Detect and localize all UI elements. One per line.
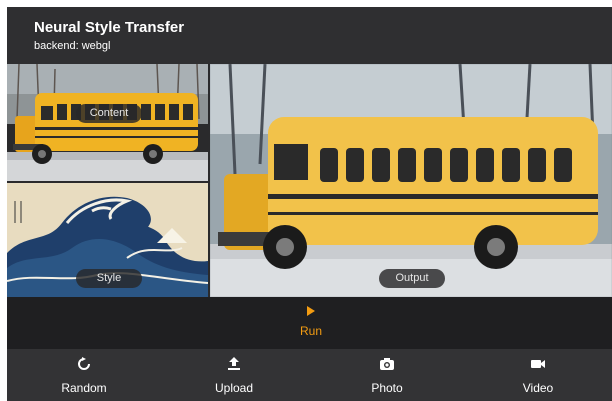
video-icon xyxy=(531,360,545,368)
upload-label: Upload xyxy=(214,381,254,395)
refresh-icon xyxy=(78,357,90,370)
upload-icon xyxy=(228,357,240,370)
header: Neural Style Transfer backend: webgl xyxy=(7,7,612,64)
page-title: Neural Style Transfer xyxy=(34,19,185,36)
output-label: Output xyxy=(379,269,445,288)
photo-label: Photo xyxy=(371,381,403,395)
run-bar: Run xyxy=(7,297,612,349)
backend-label: backend: webgl xyxy=(34,40,111,52)
style-label: Style xyxy=(76,269,142,288)
app-window: Neural Style Transfer backend: webgl Con… xyxy=(7,7,612,401)
pane-divider-vertical xyxy=(208,64,210,297)
random-label: Random xyxy=(61,381,107,395)
upload-button[interactable]: Upload xyxy=(189,357,279,397)
random-button[interactable]: Random xyxy=(39,357,129,397)
camera-icon xyxy=(380,358,394,370)
photo-button[interactable]: Photo xyxy=(342,357,432,397)
video-button[interactable]: Video xyxy=(493,357,583,397)
run-button[interactable]: Run xyxy=(294,306,328,342)
content-label: Content xyxy=(76,104,142,123)
run-label: Run xyxy=(299,324,322,338)
output-image[interactable] xyxy=(210,64,612,297)
video-label: Video xyxy=(522,381,554,395)
play-icon xyxy=(307,306,315,316)
bottom-toolbar: Random Upload Photo Video xyxy=(7,349,612,401)
